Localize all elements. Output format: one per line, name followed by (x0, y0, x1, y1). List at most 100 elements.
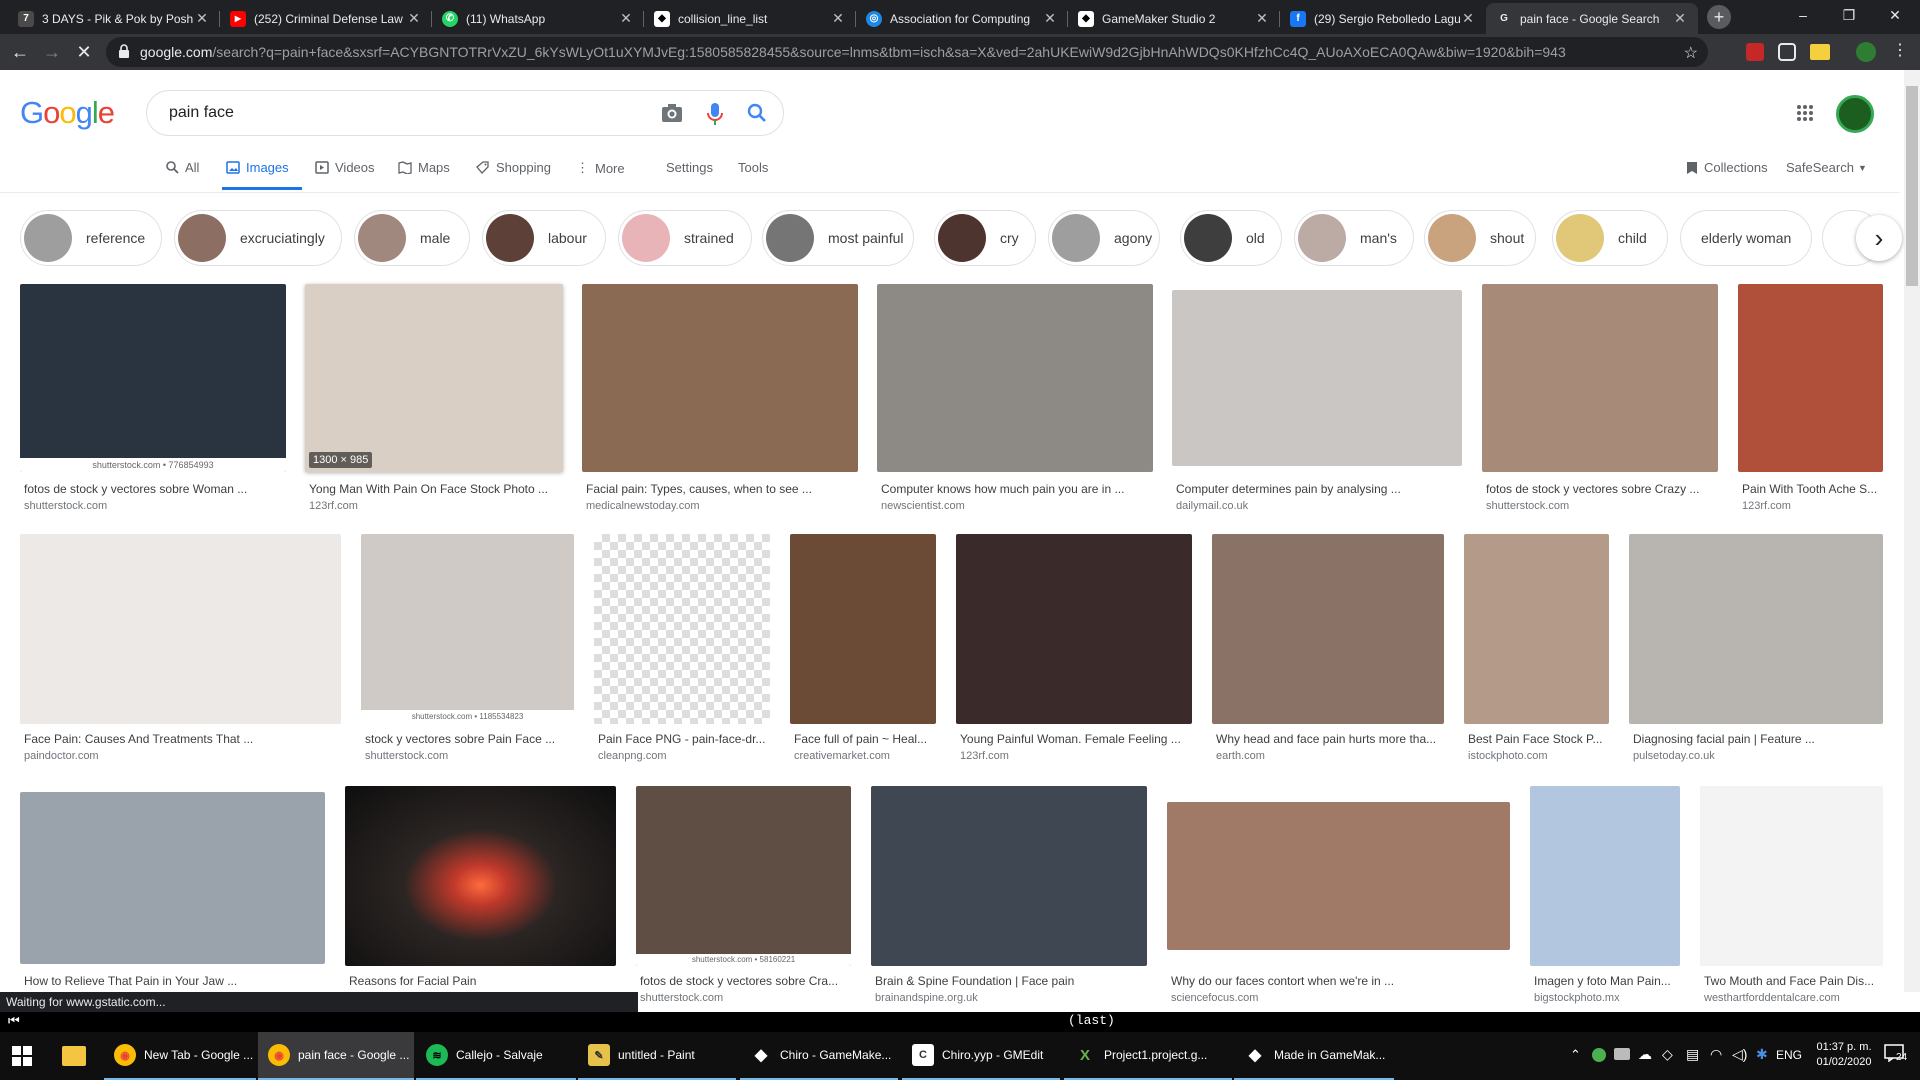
result-source[interactable]: paindoctor.com (24, 750, 341, 762)
result-thumbnail[interactable] (956, 534, 1192, 724)
extension-pocket-icon[interactable] (1778, 43, 1796, 61)
chevron-right-icon[interactable]: › (1856, 215, 1902, 261)
result-title[interactable]: How to Relieve That Pain in Your Jaw ... (24, 974, 325, 988)
close-window-icon[interactable]: ✕ (1872, 0, 1918, 30)
image-result[interactable]: Face full of pain ~ Heal... creativemark… (790, 534, 936, 764)
back-arrow-icon[interactable]: ← (8, 40, 32, 64)
taskbar-app-active[interactable]: ◉ pain face - Google ... (258, 1032, 414, 1080)
image-result[interactable]: Computer knows how much pain you are in … (877, 284, 1153, 512)
dropbox-icon[interactable]: ◇ (1662, 1046, 1673, 1063)
close-tab-icon[interactable]: ✕ (1672, 10, 1688, 27)
related-chip[interactable]: most painful (762, 210, 914, 266)
collections-link[interactable]: Collections (1686, 160, 1768, 175)
tab-all[interactable]: All (166, 160, 199, 175)
browser-tab[interactable]: ◆ GameMaker Studio 2 ✕ (1068, 3, 1280, 34)
result-title[interactable]: Why head and face pain hurts more tha... (1216, 732, 1444, 746)
result-source[interactable]: 123rf.com (1742, 500, 1883, 512)
image-result[interactable]: Brain & Spine Foundation | Face pain bra… (871, 786, 1147, 1004)
result-source[interactable]: 123rf.com (309, 500, 563, 512)
result-title[interactable]: Face full of pain ~ Heal... (794, 732, 936, 746)
tab-images[interactable]: Images (226, 160, 289, 175)
result-source[interactable]: shutterstock.com (365, 750, 574, 762)
taskbar-app[interactable]: C Chiro.yyp - GMEdit (902, 1032, 1060, 1080)
browser-tab[interactable]: ✆ (11) WhatsApp ✕ (432, 3, 644, 34)
windows-start-icon[interactable] (12, 1046, 32, 1066)
address-bar[interactable]: google.com/search?q=pain+face&sxsrf=ACYB… (106, 37, 1708, 67)
taskbar-app[interactable]: ◆ Made in GameMak... (1234, 1032, 1394, 1080)
result-source[interactable]: sciencefocus.com (1171, 992, 1510, 1004)
camera-icon[interactable] (661, 103, 683, 123)
bookmark-star-icon[interactable]: ☆ (1684, 43, 1698, 63)
microphone-icon[interactable] (707, 103, 723, 125)
related-chip[interactable]: cry (934, 210, 1036, 266)
image-result[interactable]: Reasons for Facial Pain (345, 786, 616, 992)
taskbar-app[interactable]: ≋ Callejo - Salvaje (416, 1032, 576, 1080)
extension-folder-icon[interactable] (1810, 44, 1830, 60)
image-result[interactable]: Pain Face PNG - pain-face-dr... cleanpng… (594, 534, 770, 764)
related-chip[interactable]: male (354, 210, 470, 266)
related-chip[interactable]: old (1180, 210, 1282, 266)
result-thumbnail[interactable] (877, 284, 1153, 472)
result-source[interactable]: shutterstock.com (1486, 500, 1718, 512)
result-source[interactable]: 123rf.com (960, 750, 1192, 762)
result-thumbnail[interactable] (20, 792, 325, 964)
result-title[interactable]: Pain Face PNG - pain-face-dr... (598, 732, 770, 746)
account-avatar[interactable] (1836, 95, 1874, 133)
result-thumbnail[interactable] (1738, 284, 1883, 472)
result-source[interactable]: medicalnewstoday.com (586, 500, 858, 512)
result-source[interactable]: westhartforddentalcare.com (1704, 992, 1883, 1004)
result-title[interactable]: Facial pain: Types, causes, when to see … (586, 482, 858, 496)
scrollbar-thumb[interactable] (1906, 86, 1918, 286)
image-result[interactable]: Young Painful Woman. Female Feeling ... … (956, 534, 1192, 764)
tools-link[interactable]: Tools (738, 160, 768, 175)
tab-more[interactable]: ⋮ More (576, 160, 625, 176)
browser-tab[interactable]: ▶ (252) Criminal Defense Law ✕ (220, 3, 432, 34)
result-title[interactable]: Two Mouth and Face Pain Dis... (1704, 974, 1883, 988)
new-tab-button[interactable]: + (1707, 5, 1731, 29)
safesearch-toggle[interactable]: SafeSearch ▼ (1786, 160, 1867, 175)
image-result[interactable]: Diagnosing facial pain | Feature ... pul… (1629, 534, 1883, 764)
close-tab-icon[interactable]: ✕ (618, 10, 634, 27)
image-result[interactable]: How to Relieve That Pain in Your Jaw ... (20, 786, 325, 992)
image-result[interactable]: Why head and face pain hurts more tha...… (1212, 534, 1444, 764)
related-chip[interactable]: shout (1424, 210, 1536, 266)
taskbar-app[interactable]: ◉ New Tab - Google ... (104, 1032, 256, 1080)
result-source[interactable]: earth.com (1216, 750, 1444, 762)
tray-app-icon[interactable] (1592, 1048, 1606, 1062)
result-thumbnail[interactable] (790, 534, 936, 724)
wifi-icon[interactable]: ◠ (1710, 1046, 1722, 1063)
browser-tab[interactable]: f (29) Sergio Rebolledo Lagu ✕ (1280, 3, 1486, 34)
result-thumbnail[interactable] (1530, 786, 1680, 966)
browser-tab[interactable]: ◆ collision_line_list ✕ (644, 3, 856, 34)
result-thumbnail[interactable] (1464, 534, 1609, 724)
chevron-up-icon[interactable]: ⌃ (1570, 1047, 1581, 1063)
result-thumbnail[interactable] (1700, 786, 1883, 966)
result-thumbnail[interactable] (582, 284, 858, 472)
close-tab-icon[interactable]: ✕ (1042, 10, 1058, 27)
image-result[interactable]: shutterstock.com • 1185534823 stock y ve… (361, 534, 574, 764)
result-source[interactable]: cleanpng.com (598, 750, 770, 762)
close-tab-icon[interactable]: ✕ (1460, 10, 1476, 27)
result-thumbnail[interactable] (594, 534, 770, 724)
image-result[interactable]: 1300 × 985 Yong Man With Pain On Face St… (305, 284, 563, 512)
battery-icon[interactable] (1614, 1048, 1630, 1060)
minimize-window-icon[interactable]: – (1780, 0, 1826, 30)
result-title[interactable]: Face Pain: Causes And Treatments That ..… (24, 732, 341, 746)
result-title[interactable]: Computer determines pain by analysing ..… (1176, 482, 1462, 496)
browser-tab-active[interactable]: G pain face - Google Search ✕ (1486, 3, 1698, 34)
close-tab-icon[interactable]: ✕ (194, 10, 210, 27)
related-chip[interactable]: elderly woman (1680, 210, 1812, 266)
taskbar-app[interactable]: ◆ Chiro - GameMake... (740, 1032, 898, 1080)
result-title[interactable]: Yong Man With Pain On Face Stock Photo .… (309, 482, 563, 496)
volume-icon[interactable]: ◁) (1732, 1046, 1747, 1063)
result-thumbnail[interactable] (1167, 802, 1510, 950)
close-tab-icon[interactable]: ✕ (1254, 10, 1270, 27)
close-tab-icon[interactable]: ✕ (406, 10, 422, 27)
related-chip[interactable]: strained (618, 210, 752, 266)
image-result[interactable]: Imagen y foto Man Pain... bigstockphoto.… (1530, 786, 1680, 1004)
language-indicator[interactable]: ENG (1776, 1048, 1802, 1062)
taskbar-app[interactable]: X Project1.project.g... (1064, 1032, 1232, 1080)
result-title[interactable]: Young Painful Woman. Female Feeling ... (960, 732, 1192, 746)
result-title[interactable]: fotos de stock y vectores sobre Crazy ..… (1486, 482, 1718, 496)
result-source[interactable]: shutterstock.com (640, 992, 851, 1004)
